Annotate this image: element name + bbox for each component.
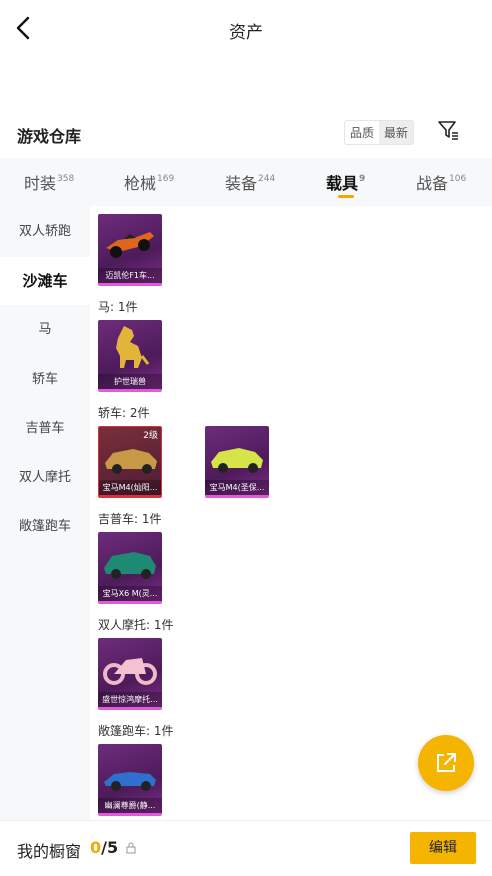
group-header-jeep: 吉普车: 1件 <box>98 512 162 526</box>
external-link-icon <box>437 753 456 772</box>
pink-motorcycle-icon <box>103 658 157 685</box>
sidebar-item-sedan[interactable]: 轿车 <box>0 356 90 404</box>
item-name: 幽澜尊爵(静... <box>98 798 162 813</box>
active-tab-indicator <box>338 195 354 198</box>
sort-quality-option[interactable]: 品质 <box>345 121 379 144</box>
tab-count: 358 <box>57 174 75 184</box>
vehicle-list: 迈凯伦F1车... 马: 1件 护世瑞兽 轿车: 2件 2级 宝马M4(灿阳..… <box>90 206 492 820</box>
edit-button[interactable]: 编辑 <box>410 832 476 864</box>
sidebar-item-horse[interactable]: 马 <box>0 306 90 354</box>
item-name: 盛世惊鸿摩托... <box>98 692 162 707</box>
tab-label: 枪械 <box>124 174 157 193</box>
category-tabs: 时装358 枪械169 装备244 载具9 战备106 <box>0 158 492 206</box>
vehicle-type-sidebar: 双人轿跑 沙滩车 马 轿车 吉普车 双人摩托 敞篷跑车 <box>0 206 90 820</box>
warehouse-title: 游戏仓库 <box>17 127 82 146</box>
group-header-horse: 马: 1件 <box>98 300 138 314</box>
page-title: 资产 <box>229 23 263 43</box>
share-button[interactable] <box>418 735 474 791</box>
top-bar: 资产 <box>0 0 492 58</box>
showcase-total: /5 <box>101 838 119 857</box>
sort-toggle[interactable]: 品质 最新 <box>344 120 415 145</box>
item-name: 迈凯伦F1车... <box>98 268 162 283</box>
item-name: 宝马X6 M(灵... <box>98 586 162 601</box>
item-card-motorcycle[interactable]: 盛世惊鸿摩托... <box>98 638 162 710</box>
golden-beast-icon <box>116 326 150 368</box>
group-header-convertible: 敞篷跑车: 1件 <box>98 724 174 738</box>
blue-convertible-icon <box>104 772 156 791</box>
item-card-convertible[interactable]: 幽澜尊爵(静... <box>98 744 162 816</box>
tab-count: 169 <box>157 174 175 184</box>
tab-count: 106 <box>449 174 467 184</box>
sidebar-item-buggy[interactable]: 沙滩车 <box>0 257 90 305</box>
lime-car-icon <box>211 448 263 473</box>
showcase-bar: 我的橱窗 0/5 编辑 <box>0 820 492 876</box>
tab-count: 244 <box>258 174 276 184</box>
filter-icon[interactable] <box>436 118 460 142</box>
teal-suv-icon <box>104 552 156 579</box>
showcase-count: 0/5 <box>90 838 118 857</box>
showcase-label: 我的橱窗 <box>17 842 82 861</box>
sidebar-item-convertible[interactable]: 敞篷跑车 <box>0 503 90 551</box>
sort-latest-option[interactable]: 最新 <box>379 121 414 144</box>
tab-count: 9 <box>359 174 366 184</box>
group-header-motorcycle: 双人摩托: 1件 <box>98 618 174 632</box>
item-name: 宝马M4(圣保... <box>205 480 269 495</box>
item-card-bmw-x6[interactable]: 宝马X6 M(灵... <box>98 532 162 604</box>
sidebar-item-coupe[interactable]: 双人轿跑 <box>0 208 90 256</box>
sidebar-item-jeep[interactable]: 吉普车 <box>0 405 90 453</box>
tab-supplies[interactable]: 战备106 <box>416 170 466 194</box>
item-card-f1[interactable]: 迈凯伦F1车... <box>98 214 162 286</box>
tab-fashion[interactable]: 时装358 <box>24 170 74 194</box>
tab-guns[interactable]: 枪械169 <box>124 170 174 194</box>
tab-equipment[interactable]: 装备244 <box>225 170 275 194</box>
showcase-current: 0 <box>90 838 102 857</box>
group-header-sedan: 轿车: 2件 <box>98 406 150 420</box>
sidebar-item-motorcycle[interactable]: 双人摩托 <box>0 454 90 502</box>
f1-car-icon <box>106 232 154 258</box>
tab-label: 战备 <box>416 174 449 193</box>
item-card-bmw-m4-lime[interactable]: 宝马M4(圣保... <box>205 426 269 498</box>
item-name: 护世瑞兽 <box>98 374 162 389</box>
tab-label: 时装 <box>24 174 57 193</box>
item-card-bmw-m4-gold[interactable]: 2级 宝马M4(灿阳... <box>98 426 162 498</box>
lock-icon <box>126 842 136 854</box>
item-level-badge: 2级 <box>143 431 158 441</box>
tab-label: 载具 <box>326 174 359 193</box>
warehouse-header: 游戏仓库 品质 最新 <box>0 114 492 154</box>
item-name: 宝马M4(灿阳... <box>99 480 161 495</box>
item-card-horse[interactable]: 护世瑞兽 <box>98 320 162 392</box>
tab-label: 装备 <box>225 174 258 193</box>
tab-vehicles[interactable]: 载具9 <box>326 170 365 194</box>
